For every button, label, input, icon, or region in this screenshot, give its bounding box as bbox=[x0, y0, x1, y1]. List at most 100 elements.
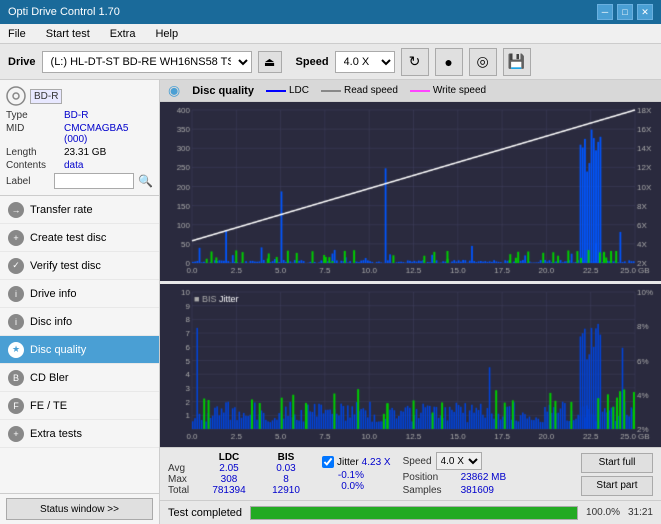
disc-label-row: Label 🔍 bbox=[6, 173, 153, 189]
contents-key: Contents bbox=[6, 160, 64, 171]
progress-percent: 100.0% bbox=[586, 507, 620, 518]
speed-select[interactable]: 4.0 X bbox=[335, 51, 395, 73]
disc-quality-title: Disc quality bbox=[192, 85, 254, 97]
status-text: Test completed bbox=[168, 507, 242, 519]
label-input[interactable] bbox=[54, 173, 134, 189]
sidebar-item-disc-quality[interactable]: ★ Disc quality bbox=[0, 336, 159, 364]
drive-label: Drive bbox=[8, 56, 36, 68]
disc-info-label: Disc info bbox=[30, 316, 72, 328]
sidebar-item-cd-bler[interactable]: B CD Bler bbox=[0, 364, 159, 392]
window-controls: ─ □ ✕ bbox=[597, 4, 653, 20]
titlebar: Opti Drive Control 1.70 ─ □ ✕ bbox=[0, 0, 661, 24]
bis-chart bbox=[160, 284, 661, 447]
close-button[interactable]: ✕ bbox=[637, 4, 653, 20]
cd-bler-icon: B bbox=[8, 370, 24, 386]
minimize-button[interactable]: ─ bbox=[597, 4, 613, 20]
label-key: Label bbox=[6, 176, 50, 187]
max-ldc: 308 bbox=[200, 474, 258, 485]
read-speed-color bbox=[321, 90, 341, 92]
menubar: File Start test Extra Help bbox=[0, 24, 661, 44]
menu-extra[interactable]: Extra bbox=[106, 28, 140, 40]
jitter-checkbox[interactable] bbox=[322, 456, 334, 468]
disc-info-header: BD-R bbox=[6, 86, 153, 106]
total-label: Total bbox=[168, 485, 198, 496]
contents-val: data bbox=[64, 160, 153, 171]
ldc-legend-label: LDC bbox=[289, 85, 309, 96]
cd-bler-label: CD Bler bbox=[30, 372, 69, 384]
status-window-button[interactable]: Status window >> bbox=[6, 498, 153, 520]
total-ldc: 781394 bbox=[200, 485, 258, 496]
sidebar-item-transfer-rate[interactable]: → Transfer rate bbox=[0, 196, 159, 224]
right-panel: ◉ Disc quality LDC Read speed Write spee… bbox=[160, 80, 661, 524]
label-icon[interactable]: 🔍 bbox=[138, 174, 153, 188]
samples-key: Samples bbox=[403, 485, 457, 496]
progress-area: Test completed 100.0% 31:21 bbox=[160, 500, 661, 524]
menu-file[interactable]: File bbox=[4, 28, 30, 40]
speed-dropdown[interactable]: 4.0 X bbox=[436, 452, 482, 470]
mid-val: CMCMAGBA5 (000) bbox=[64, 123, 153, 145]
disc-length-row: Length 23.31 GB bbox=[6, 147, 153, 158]
avg-ldc: 2.05 bbox=[200, 463, 258, 474]
length-val: 23.31 GB bbox=[64, 147, 153, 158]
sidebar-item-extra-tests[interactable]: + Extra tests bbox=[0, 420, 159, 448]
start-buttons: Start full Start part bbox=[581, 453, 653, 496]
charts-area bbox=[160, 102, 661, 447]
write-speed-legend-label: Write speed bbox=[433, 85, 486, 96]
disc-svg-icon bbox=[6, 86, 26, 106]
fe-te-label: FE / TE bbox=[30, 400, 67, 412]
write-speed-color bbox=[410, 90, 430, 92]
start-full-button[interactable]: Start full bbox=[581, 453, 653, 473]
disc-contents-row: Contents data bbox=[6, 160, 153, 171]
sidebar-item-create-test-disc[interactable]: + Create test disc bbox=[0, 224, 159, 252]
avg-label: Avg bbox=[168, 463, 198, 474]
drivebar: Drive (L:) HL-DT-ST BD-RE WH16NS58 TST4 … bbox=[0, 44, 661, 80]
create-disc-label: Create test disc bbox=[30, 232, 106, 244]
total-bis: 12910 bbox=[260, 485, 312, 496]
sidebar-item-verify-test-disc[interactable]: ✓ Verify test disc bbox=[0, 252, 159, 280]
eject-button[interactable]: ⏏ bbox=[258, 51, 282, 73]
extra-tests-label: Extra tests bbox=[30, 428, 82, 440]
jitter-label: Jitter bbox=[337, 457, 359, 468]
speed-col-label: Speed bbox=[403, 456, 432, 467]
drive-select[interactable]: (L:) HL-DT-ST BD-RE WH16NS58 TST4 bbox=[42, 51, 252, 73]
status-area: Status window >> bbox=[0, 493, 159, 524]
disc-quality-icon-large: ◉ bbox=[168, 82, 180, 99]
record-button[interactable]: ● bbox=[435, 48, 463, 76]
refresh-button[interactable]: ↻ bbox=[401, 48, 429, 76]
stats-panel: LDC BIS Avg 2.05 0.03 Max 308 8 Total bbox=[160, 447, 661, 500]
sidebar-item-drive-info[interactable]: i Drive info bbox=[0, 280, 159, 308]
fe-te-icon: F bbox=[8, 398, 24, 414]
legend-ldc: LDC bbox=[266, 85, 309, 96]
disc-quality-label: Disc quality bbox=[30, 344, 86, 356]
ldc-chart bbox=[160, 102, 661, 281]
position-val: 23862 MB bbox=[461, 472, 507, 483]
ldc-col-header: LDC bbox=[200, 452, 258, 463]
drive-info-label: Drive info bbox=[30, 288, 76, 300]
legend-read-speed: Read speed bbox=[321, 85, 398, 96]
sidebar-item-fe-te[interactable]: F FE / TE bbox=[0, 392, 159, 420]
ldc-color bbox=[266, 90, 286, 92]
speed-label: Speed bbox=[296, 56, 329, 68]
bis-col-header: BIS bbox=[260, 452, 312, 463]
mid-key: MID bbox=[6, 123, 64, 145]
maximize-button[interactable]: □ bbox=[617, 4, 633, 20]
menu-start-test[interactable]: Start test bbox=[42, 28, 94, 40]
save-button[interactable]: 💾 bbox=[503, 48, 531, 76]
start-part-button[interactable]: Start part bbox=[581, 476, 653, 496]
disc-mid-row: MID CMCMAGBA5 (000) bbox=[6, 123, 153, 145]
transfer-rate-label: Transfer rate bbox=[30, 204, 93, 216]
samples-val: 381609 bbox=[461, 485, 494, 496]
progress-bar-fill bbox=[251, 507, 577, 519]
optical-button[interactable]: ◎ bbox=[469, 48, 497, 76]
type-val: BD-R bbox=[64, 110, 153, 121]
sidebar-item-disc-info[interactable]: i Disc info bbox=[0, 308, 159, 336]
avg-bis: 0.03 bbox=[260, 463, 312, 474]
sidebar: BD-R Type BD-R MID CMCMAGBA5 (000) Lengt… bbox=[0, 80, 160, 524]
length-key: Length bbox=[6, 147, 64, 158]
menu-help[interactable]: Help bbox=[151, 28, 182, 40]
disc-info-icon: i bbox=[8, 314, 24, 330]
create-disc-icon: + bbox=[8, 230, 24, 246]
max-bis: 8 bbox=[260, 474, 312, 485]
position-key: Position bbox=[403, 472, 457, 483]
read-speed-legend-label: Read speed bbox=[344, 85, 398, 96]
